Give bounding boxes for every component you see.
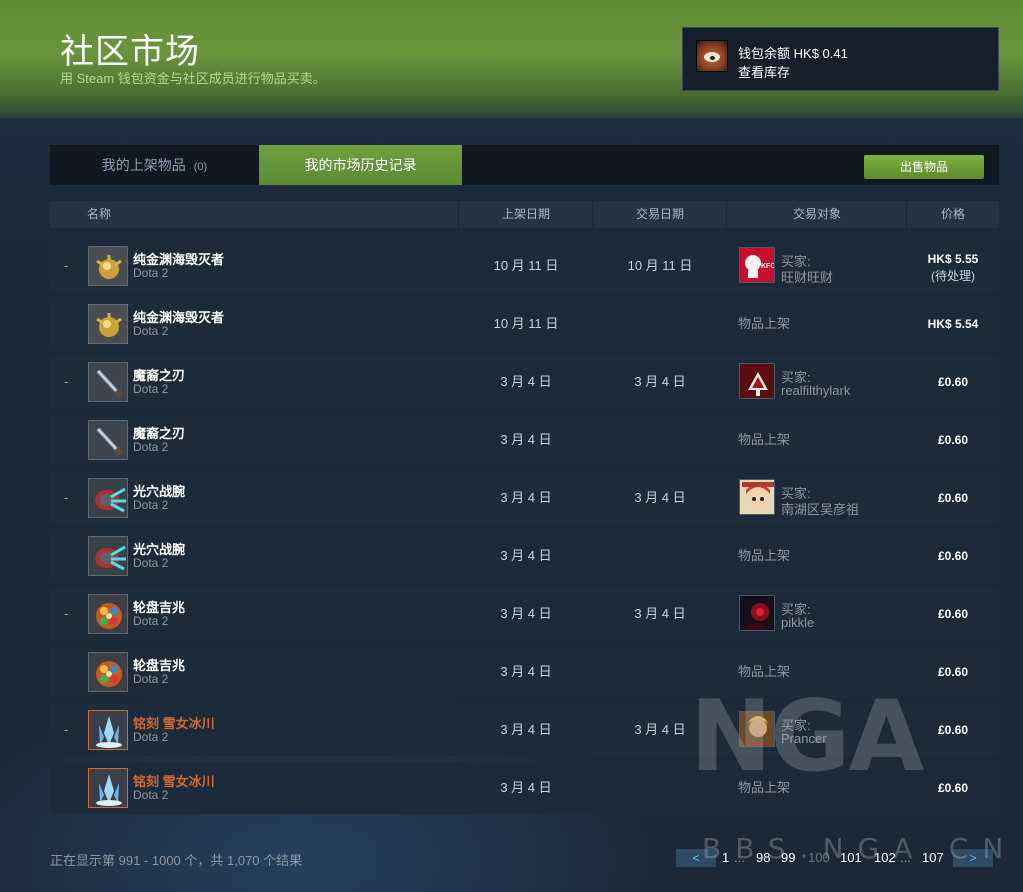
sell-item-button[interactable]: 出售物品 (864, 155, 984, 179)
listed-on-date: 3 月 4 日 (500, 664, 552, 679)
price-value: £0.60 (937, 607, 969, 621)
svg-text:KFC: KFC (761, 263, 775, 270)
buyer-name[interactable]: 南湖区吴彦祖 (781, 499, 859, 518)
item-image-blade[interactable] (88, 420, 128, 460)
row-gain-indicator: - (64, 258, 69, 273)
item-game: Dota 2 (133, 324, 169, 338)
listed-on-date: 3 月 4 日 (500, 780, 552, 795)
wallet-panel: 钱包余额 HK$ 0.41 查看库存 (682, 27, 999, 91)
listed-on-date: 3 月 4 日 (500, 548, 552, 563)
row-gain-indicator: - (64, 722, 69, 737)
item-image-ice-crystal[interactable] (88, 768, 128, 808)
row-gain-indicator: - (64, 606, 69, 621)
buyer-name[interactable]: realfilthylark (781, 383, 850, 398)
item-game: Dota 2 (133, 440, 169, 454)
listed-on-date: 3 月 4 日 (500, 490, 552, 505)
acted-on-date: 10 月 11 日 (627, 258, 693, 273)
item-image-blade[interactable] (88, 362, 128, 402)
item-image-bracer[interactable] (88, 536, 128, 576)
price: HK$ 5.55 (待处理) (907, 252, 999, 284)
tab-my-listings-count: (0) (193, 161, 208, 173)
table-row: - 魔裔之刃 Dota 2 3 月 4 日 3 月 4 日 买家: realfi… (50, 356, 999, 408)
item-game: Dota 2 (133, 556, 169, 570)
item-image-wheel[interactable] (88, 594, 128, 634)
row-gain-indicator: - (64, 490, 69, 505)
table-row: 纯金渊海毁灭者 Dota 2 10 月 11 日 物品上架 HK$ 5.54 (50, 298, 999, 350)
item-game: Dota 2 (133, 614, 169, 628)
page-subtitle: 用 Steam 钱包资金与社区成员进行物品买卖。 (60, 71, 326, 86)
buyer-name[interactable]: 旺财旺财 (781, 267, 833, 286)
item-game: Dota 2 (133, 672, 169, 686)
item-game: Dota 2 (133, 266, 169, 280)
results-count: 正在显示第 991 - 1000 个，共 1,070 个结果 (50, 853, 303, 868)
table-row: 光穴战腕 Dota 2 3 月 4 日 物品上架 £0.60 (50, 530, 999, 582)
market-tabs: 我的上架物品 (0) 我的市场历史记录 出售物品 (50, 145, 999, 185)
item-image-gold-orb[interactable] (88, 304, 128, 344)
column-header-price: 价格 (940, 207, 965, 221)
listed-on-date: 10 月 11 日 (493, 316, 559, 331)
listed-on-date: 3 月 4 日 (500, 432, 552, 447)
price-value: £0.60 (937, 549, 969, 563)
table-row: - 轮盘吉兆 Dota 2 3 月 4 日 3 月 4 日 买家: pikkle… (50, 588, 999, 640)
buyer-avatar-red-emblem[interactable] (739, 363, 775, 399)
history-table-header: 名称 上架日期 交易日期 交易对象 价格 (50, 201, 999, 228)
buyer-avatar-anime[interactable] (739, 479, 775, 515)
acted-on-date: 3 月 4 日 (634, 606, 686, 621)
watermark-logo: NGA (690, 680, 924, 794)
listing-event: 物品上架 (738, 548, 791, 563)
buyer-avatar-dark-red[interactable] (739, 595, 775, 631)
watermark-text: BBS.NGA.CN (702, 832, 1018, 865)
price-value: HK$ 5.54 (927, 317, 979, 331)
listed-on-date: 3 月 4 日 (500, 722, 552, 737)
price-value: £0.60 (937, 491, 969, 505)
column-header-acted-on: 交易日期 (635, 207, 684, 221)
buyer-name[interactable]: pikkle (781, 615, 814, 630)
price-value: £0.60 (937, 375, 969, 389)
price-value: £0.60 (937, 433, 969, 447)
item-image-gold-orb[interactable] (88, 246, 128, 286)
acted-on-date: 3 月 4 日 (634, 374, 686, 389)
view-inventory-link[interactable]: 查看库存 (738, 62, 790, 81)
listed-on-date: 10 月 11 日 (493, 258, 559, 273)
item-game: Dota 2 (133, 788, 169, 802)
item-image-bracer[interactable] (88, 478, 128, 518)
item-game: Dota 2 (133, 382, 169, 396)
item-game: Dota 2 (133, 498, 169, 512)
item-image-wheel[interactable] (88, 652, 128, 692)
wallet-balance: 钱包余额 HK$ 0.41 (738, 46, 848, 61)
buyer-avatar-kfc[interactable]: KFC (739, 247, 775, 283)
column-header-name: 名称 (87, 207, 112, 221)
column-header-listed-on: 上架日期 (501, 207, 550, 221)
page-title: 社区市场 (60, 32, 200, 72)
price-value: HK$ 5.55 (927, 252, 979, 266)
listing-event: 物品上架 (738, 432, 791, 447)
listed-on-date: 3 月 4 日 (500, 606, 552, 621)
listing-event: 物品上架 (738, 316, 791, 331)
item-image-ice-crystal[interactable] (88, 710, 128, 750)
listed-on-date: 3 月 4 日 (500, 374, 552, 389)
table-row: - 纯金渊海毁灭者 Dota 2 10 月 11 日 10 月 11 日 KFC… (50, 240, 999, 292)
row-gain-indicator: - (64, 374, 69, 389)
tab-market-history[interactable]: 我的市场历史记录 (259, 145, 462, 185)
tab-my-listings-label: 我的上架物品 (101, 157, 186, 173)
table-row: 魔裔之刃 Dota 2 3 月 4 日 物品上架 £0.60 (50, 414, 999, 466)
price-pending-note: (待处理) (931, 269, 975, 283)
tab-my-listings[interactable]: 我的上架物品 (0) (50, 145, 259, 185)
column-header-party: 交易对象 (792, 207, 841, 221)
item-game: Dota 2 (133, 730, 169, 744)
acted-on-date: 3 月 4 日 (634, 490, 686, 505)
table-row: - 光穴战腕 Dota 2 3 月 4 日 3 月 4 日 买家: 南湖区吴彦祖… (50, 472, 999, 524)
user-avatar[interactable] (696, 40, 728, 72)
